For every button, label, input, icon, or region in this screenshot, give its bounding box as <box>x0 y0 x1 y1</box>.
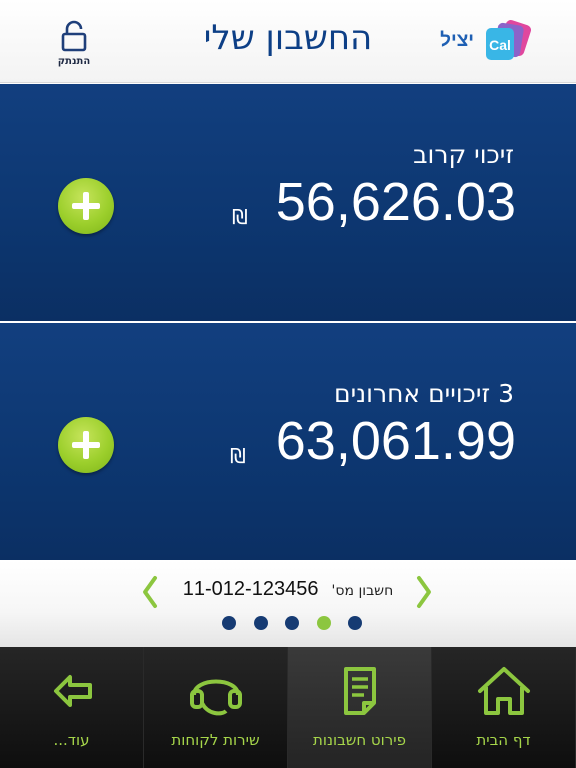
card-label: 3 זיכויים אחרונים <box>333 379 514 408</box>
cal-logo-text: Cal <box>489 37 511 53</box>
account-selector: חשבון מס' 11-012-123456 <box>0 560 576 647</box>
tab-account-details[interactable]: פירוט חשבונות <box>288 647 432 768</box>
tab-label: שירות לקוחות <box>171 731 260 749</box>
headset-icon <box>190 679 242 716</box>
page-dot[interactable] <box>348 616 362 630</box>
page-dot[interactable] <box>222 616 236 630</box>
account-label: חשבון מס' <box>331 583 394 599</box>
bottom-tab-bar: עוד... שירות לקוחות פירוט חשבונות דף הבי… <box>0 647 576 768</box>
logout-label: התנתק <box>57 56 91 67</box>
tab-customer-service[interactable]: שירות לקוחות <box>144 647 288 768</box>
page-dot[interactable] <box>316 616 331 630</box>
expand-plus-button[interactable] <box>58 178 114 234</box>
upcoming-credit-card: זיכוי קרוב 56,626.03 ₪ <box>0 84 576 321</box>
currency-symbol: ₪ <box>230 444 246 468</box>
recent-credits-card: 3 זיכויים אחרונים 63,061.99 ₪ <box>0 323 576 560</box>
logout-button[interactable]: התנתק <box>50 20 98 72</box>
card-amount: 63,061.99 <box>275 411 516 471</box>
account-number: 11-012-123456 <box>182 578 319 600</box>
back-arrow-icon <box>54 675 92 707</box>
tab-more[interactable]: עוד... <box>0 647 144 768</box>
expand-plus-button[interactable] <box>58 417 114 473</box>
currency-symbol: ₪ <box>232 205 248 229</box>
chevron-right-icon[interactable] <box>412 574 436 610</box>
page-dot[interactable] <box>253 616 268 630</box>
tab-label: דף הבית <box>476 731 531 749</box>
page-indicator <box>222 616 362 632</box>
tab-label: עוד... <box>53 731 90 749</box>
card-amount: 56,626.03 <box>275 172 516 232</box>
page-dot[interactable] <box>285 616 299 630</box>
home-icon <box>478 667 530 715</box>
brand-logo: יציל Cal <box>440 18 532 64</box>
tab-label: פירוט חשבונות <box>313 731 406 749</box>
account-number-line: חשבון מס' 11-012-123456 <box>170 578 406 601</box>
tab-home[interactable]: דף הבית <box>432 647 576 768</box>
cal-logo-icon: Cal <box>482 18 532 64</box>
card-label: זיכוי קרוב <box>413 140 514 169</box>
lock-icon <box>61 20 87 52</box>
brand-text: יציל <box>440 30 474 51</box>
chevron-left-icon[interactable] <box>138 574 162 610</box>
page-title: החשבון שלי <box>203 18 373 58</box>
app-header: התנתק החשבון שלי יציל Cal <box>0 0 576 83</box>
document-icon <box>344 667 376 715</box>
